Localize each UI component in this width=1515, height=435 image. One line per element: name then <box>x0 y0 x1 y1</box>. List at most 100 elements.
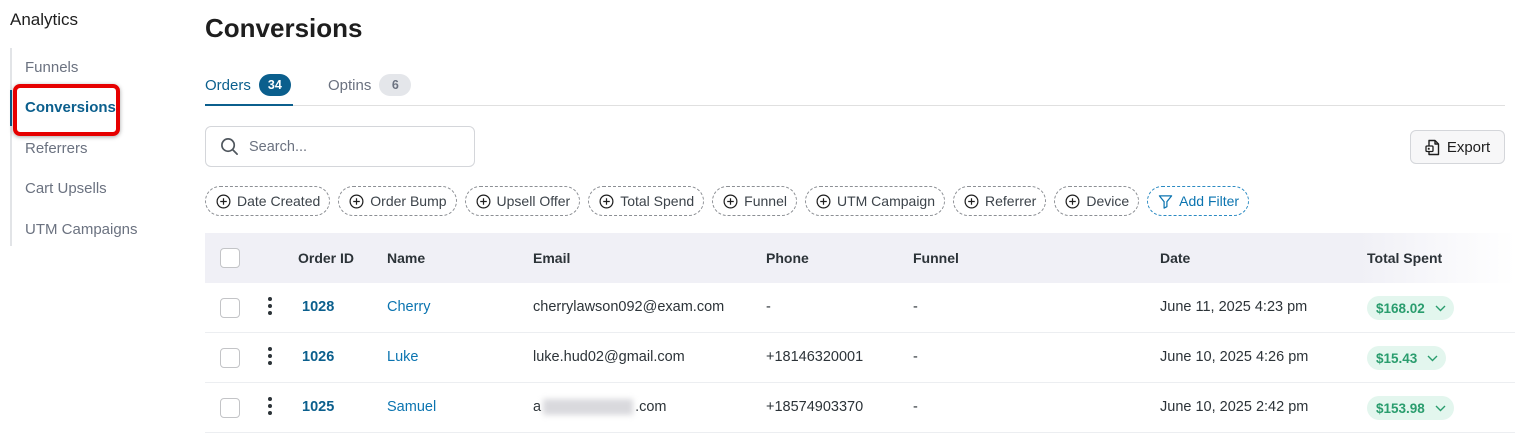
filter-label: Total Spend <box>620 193 695 209</box>
search-icon <box>221 138 238 155</box>
table-row: 1025 Samuel a .com +18574903370 - June 10… <box>205 383 1515 433</box>
column-header-order-id[interactable]: Order ID <box>298 250 354 266</box>
order-id-link[interactable]: 1028 <box>302 299 334 315</box>
customer-name-link[interactable]: Luke <box>387 349 418 365</box>
tab-label: Optins <box>328 76 372 94</box>
funnel-cell: - <box>913 299 918 315</box>
chevron-down-icon <box>1435 405 1446 411</box>
email-cell: luke.hud02@gmail.com <box>533 349 685 365</box>
plus-circle-icon <box>816 194 831 208</box>
row-actions-icon[interactable] <box>265 347 275 367</box>
email-cell: a .com <box>533 399 667 416</box>
plus-circle-icon <box>599 194 614 208</box>
email-cell: cherrylawson092@exam.com <box>533 299 725 315</box>
table-row: 1026 Luke luke.hud02@gmail.com +18146320… <box>205 333 1515 383</box>
sidebar-item-utm-campaigns[interactable]: UTM Campaigns <box>25 221 138 238</box>
order-id-link[interactable]: 1025 <box>302 399 334 415</box>
funnel-cell: - <box>913 399 918 415</box>
filter-label: Device <box>1086 193 1130 209</box>
row-actions-icon[interactable] <box>265 397 275 417</box>
column-header-name[interactable]: Name <box>387 250 425 266</box>
filter-referrer[interactable]: Referrer <box>953 186 1047 216</box>
filter-label: Add Filter <box>1179 193 1240 209</box>
tab-optins[interactable]: Optins 6 <box>328 74 412 96</box>
filter-label: Order Bump <box>370 193 447 209</box>
date-cell: June 10, 2025 2:42 pm <box>1160 399 1309 415</box>
filter-funnel[interactable]: Funnel <box>712 186 797 216</box>
column-header-date[interactable]: Date <box>1160 250 1190 266</box>
sidebar: Analytics Funnels Conversions Referrers … <box>0 0 180 435</box>
row-checkbox[interactable] <box>220 298 240 318</box>
filter-label: UTM Campaign <box>836 193 935 209</box>
plus-circle-icon <box>216 194 231 208</box>
add-filter-button[interactable]: Add Filter <box>1147 186 1250 216</box>
email-suffix: .com <box>635 399 667 415</box>
filter-total-spend[interactable]: Total Spend <box>588 186 705 216</box>
tab-orders[interactable]: Orders 34 <box>205 74 291 96</box>
select-all-checkbox[interactable] <box>220 248 240 268</box>
tab-count-badge: 6 <box>379 74 412 96</box>
customer-name-link[interactable]: Samuel <box>387 399 436 415</box>
export-label: Export <box>1446 138 1491 156</box>
row-checkbox[interactable] <box>220 348 240 368</box>
column-header-email[interactable]: Email <box>533 250 570 266</box>
total-spent-badge[interactable]: $15.43 <box>1367 346 1447 370</box>
email-prefix: a <box>533 399 542 415</box>
phone-cell: +18574903370 <box>766 399 864 415</box>
column-header-funnel[interactable]: Funnel <box>913 250 959 266</box>
date-cell: June 11, 2025 4:23 pm <box>1160 299 1308 315</box>
tab-count-badge: 34 <box>258 74 291 96</box>
export-icon <box>1425 139 1440 155</box>
filter-label: Funnel <box>744 193 787 209</box>
total-spent-value: $153.98 <box>1376 400 1425 416</box>
filter-label: Date Created <box>237 193 321 209</box>
plus-circle-icon <box>349 194 364 208</box>
search-box <box>205 126 475 167</box>
tab-underline <box>205 104 293 106</box>
total-spent-badge[interactable]: $153.98 <box>1367 396 1454 420</box>
chevron-down-icon <box>1435 305 1446 311</box>
tab-bar: Orders 34 Optins 6 <box>205 72 1505 106</box>
phone-cell: - <box>766 299 771 315</box>
plus-circle-icon <box>964 194 979 208</box>
row-checkbox[interactable] <box>220 398 240 418</box>
filter-date-created[interactable]: Date Created <box>205 186 331 216</box>
sidebar-item-funnels[interactable]: Funnels <box>25 59 78 76</box>
plus-circle-icon <box>1065 194 1080 208</box>
order-id-link[interactable]: 1026 <box>302 349 334 365</box>
filter-bar: Date Created Order Bump Upsell Offer Tot… <box>205 186 1250 216</box>
export-button[interactable]: Export <box>1410 130 1505 164</box>
row-actions-icon[interactable] <box>265 297 275 317</box>
active-indicator <box>10 90 12 126</box>
redacted-blur <box>543 399 634 416</box>
orders-table: Order ID Name Email Phone Funnel Date To… <box>205 233 1515 433</box>
sidebar-item-referrers[interactable]: Referrers <box>25 140 88 157</box>
table-row: 1028 Cherry cherrylawson092@exam.com - -… <box>205 283 1515 333</box>
plus-circle-icon <box>476 194 491 208</box>
total-spent-value: $15.43 <box>1376 350 1418 366</box>
filter-label: Upsell Offer <box>496 193 571 209</box>
total-spent-value: $168.02 <box>1376 300 1425 316</box>
filter-utm-campaign[interactable]: UTM Campaign <box>804 186 945 216</box>
filter-funnel-icon <box>1158 194 1173 209</box>
tab-label: Orders <box>205 76 251 94</box>
table-header: Order ID Name Email Phone Funnel Date To… <box>205 233 1515 283</box>
funnel-cell: - <box>913 349 918 365</box>
filter-upsell-offer[interactable]: Upsell Offer <box>464 186 581 216</box>
filter-device[interactable]: Device <box>1054 186 1140 216</box>
sidebar-item-conversions[interactable]: Conversions <box>25 99 116 116</box>
column-header-phone[interactable]: Phone <box>766 250 809 266</box>
total-spent-badge[interactable]: $168.02 <box>1367 296 1454 320</box>
plus-circle-icon <box>723 194 738 208</box>
sidebar-item-cart-upsells[interactable]: Cart Upsells <box>25 180 107 197</box>
date-cell: June 10, 2025 4:26 pm <box>1160 349 1309 365</box>
filter-order-bump[interactable]: Order Bump <box>338 186 457 216</box>
page-title: Conversions <box>205 13 363 43</box>
customer-name-link[interactable]: Cherry <box>387 299 431 315</box>
sidebar-title: Analytics <box>10 10 79 29</box>
chevron-down-icon <box>1427 355 1438 361</box>
column-header-total-spent[interactable]: Total Spent <box>1367 250 1442 266</box>
search-input[interactable] <box>249 138 459 155</box>
filter-label: Referrer <box>985 193 1037 209</box>
sidebar-nav: Funnels Conversions Referrers Cart Upsel… <box>10 48 170 246</box>
